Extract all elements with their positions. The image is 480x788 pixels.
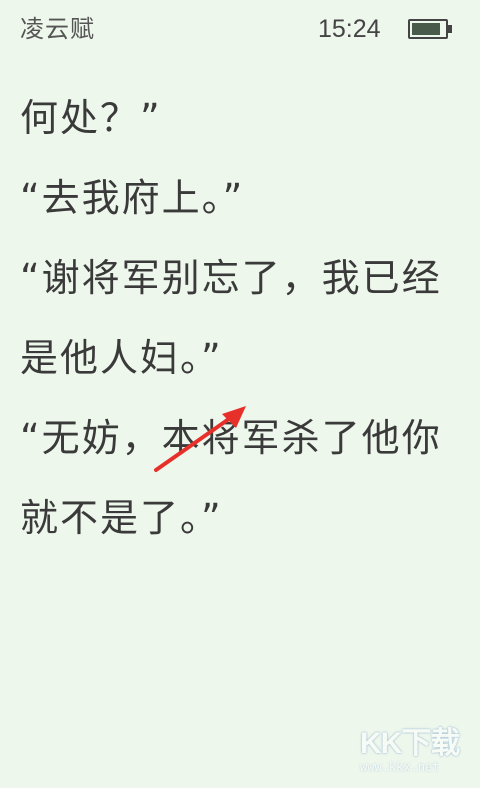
text-line: “无妨，本将军杀了他你 [20,416,442,460]
status-bar: 凌云赋 15:24 [0,0,480,60]
battery-tip [448,25,452,33]
text-line: 何处？” [20,96,162,140]
battery-level [412,23,440,35]
watermark: KK下载 www.kkx.net [360,728,470,784]
battery-icon [408,19,448,39]
reading-body[interactable]: 何处？” “去我府上。” “谢将军别忘了，我已经 是他人妇。” “无妨，本将军杀… [20,97,465,577]
clock: 15:24 [318,15,381,43]
text-line: “去我府上。” [20,176,245,220]
book-title: 凌云赋 [20,15,95,43]
text-line: 就不是了。” [20,496,223,540]
text-line: “谢将军别忘了，我已经 [20,256,442,300]
watermark-logo: KK下载 [360,727,460,760]
text-line: 是他人妇。” [20,336,223,380]
watermark-url: www.kkx.net [360,760,440,774]
